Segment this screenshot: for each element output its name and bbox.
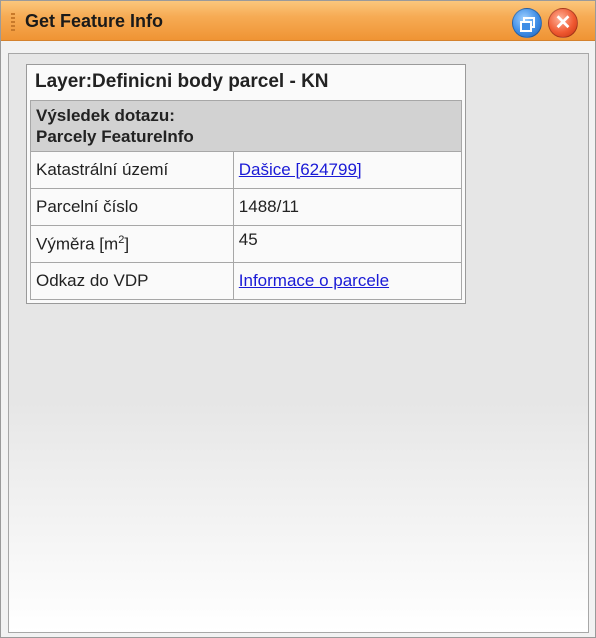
table-row: Parcelní číslo 1488/11 bbox=[30, 188, 463, 226]
close-icon: ✕ bbox=[554, 12, 572, 34]
table-row: Katastrální území Dašice [624799] bbox=[30, 151, 463, 189]
table-row: Výměra [m2] 45 bbox=[30, 225, 463, 263]
feature-info-table: Výsledek dotazu: Parcely FeatureInfo Kat… bbox=[30, 100, 463, 300]
query-result-subtitle: Parcely FeatureInfo bbox=[36, 127, 194, 146]
row-value: Dašice [624799] bbox=[232, 151, 463, 189]
row-label: Výměra [m2] bbox=[30, 225, 234, 263]
area-label: Výměra [m bbox=[36, 234, 119, 254]
row-value: 1488/11 bbox=[232, 188, 463, 226]
layer-header: Layer:Definicni body parcel - KN bbox=[35, 71, 329, 92]
row-label: Katastrální území bbox=[30, 151, 234, 189]
window-titlebar[interactable]: Get Feature Info ✕ bbox=[1, 1, 595, 41]
query-result-title: Výsledek dotazu: bbox=[36, 106, 175, 125]
restore-icon bbox=[520, 17, 535, 32]
query-result-header: Výsledek dotazu: Parcely FeatureInfo bbox=[30, 100, 462, 152]
drag-grip-icon[interactable] bbox=[11, 13, 15, 31]
close-button[interactable]: ✕ bbox=[548, 8, 578, 38]
area-label-closing: ] bbox=[124, 234, 130, 254]
row-value: Informace o parcele bbox=[232, 262, 463, 300]
window-title: Get Feature Info bbox=[25, 11, 164, 31]
parcel-info-link[interactable]: Informace o parcele bbox=[239, 271, 389, 290]
window-content: Layer:Definicni body parcel - KN Výslede… bbox=[8, 53, 589, 633]
restore-button[interactable] bbox=[512, 8, 542, 38]
row-label: Parcelní číslo bbox=[30, 188, 234, 226]
layer-table: Layer:Definicni body parcel - KN Výslede… bbox=[26, 64, 466, 304]
row-label: Odkaz do VDP bbox=[30, 262, 234, 300]
feature-info-window: Get Feature Info ✕ Layer:Definicni body … bbox=[0, 0, 596, 638]
cadastral-area-link[interactable]: Dašice [624799] bbox=[239, 160, 362, 179]
table-row: Odkaz do VDP Informace o parcele bbox=[30, 262, 463, 300]
row-value: 45 bbox=[232, 225, 463, 263]
